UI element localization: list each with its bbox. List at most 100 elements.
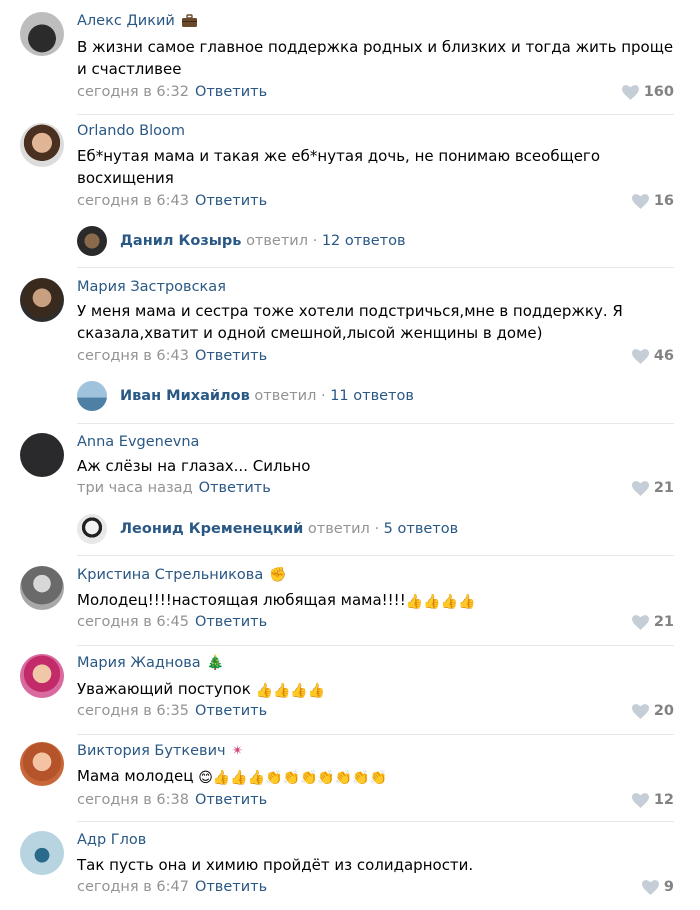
like-count: 20 bbox=[653, 703, 674, 719]
author-name[interactable]: Кристина Стрельникова bbox=[77, 567, 263, 583]
author-name[interactable]: Адр Глов bbox=[77, 832, 146, 848]
comment-time[interactable]: сегодня в 6:38 bbox=[77, 792, 189, 808]
comment-text: Так пусть она и химию пройдёт из солидар… bbox=[77, 856, 474, 874]
comment-text-body: Мама молодец bbox=[77, 767, 199, 785]
thread-separator: · bbox=[312, 233, 318, 249]
like-count: 21 bbox=[653, 480, 674, 496]
thread-count[interactable]: 5 ответов bbox=[384, 521, 458, 537]
heart-icon bbox=[621, 84, 639, 100]
comment-text: Уважающий поступок 👍👍👍👍 bbox=[77, 678, 677, 700]
thumbs-up-emojis: 👍👍👍👍 bbox=[255, 683, 326, 699]
heart-icon bbox=[631, 348, 649, 364]
thread-separator: · bbox=[320, 388, 326, 404]
comment-text: Аж слёзы на глазах... Сильно bbox=[77, 457, 311, 475]
thread-separator: · bbox=[374, 521, 380, 537]
like-count: 16 bbox=[653, 193, 674, 209]
thread-author[interactable]: Иван Михайлов bbox=[120, 388, 250, 404]
comment-text: Мама молодец 😊👍👍👍👏👏👏👏👏👏👏 bbox=[77, 765, 677, 787]
thread-avatar bbox=[77, 514, 107, 544]
christmas-tree-emoji: 🎄 bbox=[206, 655, 225, 671]
thumbs-up-emojis: 👍👍👍👍 bbox=[405, 594, 476, 610]
like-button[interactable]: 21 bbox=[631, 480, 674, 496]
avatar[interactable] bbox=[20, 12, 64, 56]
avatar[interactable] bbox=[20, 123, 64, 167]
reply-button[interactable]: Ответить bbox=[195, 84, 267, 100]
reply-button[interactable]: Ответить bbox=[195, 193, 267, 209]
heart-icon bbox=[631, 614, 649, 630]
smile-thumbs-clap-emojis: 😊👍👍👍👏👏👏👏👏👏👏 bbox=[198, 770, 388, 786]
like-button[interactable]: 160 bbox=[621, 84, 674, 100]
comment-text: У меня мама и сестра тоже хотели подстри… bbox=[77, 302, 628, 342]
author-name[interactable]: Виктория Буткевич bbox=[77, 743, 226, 759]
comment-time[interactable]: сегодня в 6:35 bbox=[77, 703, 189, 719]
like-button[interactable]: 20 bbox=[631, 703, 674, 719]
replies-thread[interactable]: Иван Михайлов ответил · 11 ответов bbox=[77, 381, 414, 411]
comment-text: Молодец!!!!настоящая любящая мама!!!!👍👍👍… bbox=[77, 589, 677, 611]
like-button[interactable]: 12 bbox=[631, 792, 674, 808]
thread-author[interactable]: Данил Козырь bbox=[120, 233, 241, 249]
avatar[interactable] bbox=[20, 278, 64, 322]
like-count: 46 bbox=[653, 348, 674, 364]
avatar[interactable] bbox=[20, 831, 64, 875]
author-name[interactable]: Мария Жаднова bbox=[77, 655, 201, 671]
author-name[interactable]: Мария Застровская bbox=[77, 279, 226, 295]
comment: Адр Глов Так пусть она и химию пройдёт и… bbox=[0, 822, 700, 910]
thread-verb: ответил bbox=[307, 521, 370, 537]
thread-count[interactable]: 11 ответов bbox=[330, 388, 414, 404]
like-count: 160 bbox=[643, 84, 674, 100]
heart-icon bbox=[631, 703, 649, 719]
comment-time[interactable]: сегодня в 6:45 bbox=[77, 614, 189, 630]
comment-time[interactable]: сегодня в 6:32 bbox=[77, 84, 189, 100]
thread-author[interactable]: Леонид Кременецкий bbox=[120, 521, 303, 537]
like-count: 21 bbox=[653, 614, 674, 630]
fist-emoji: ✊ bbox=[269, 567, 287, 583]
heart-icon bbox=[631, 792, 649, 808]
replies-thread[interactable]: Данил Козырь ответил · 12 ответов bbox=[77, 226, 406, 256]
like-button[interactable]: 16 bbox=[631, 193, 674, 209]
reply-button[interactable]: Ответить bbox=[195, 703, 267, 719]
like-button[interactable]: 46 bbox=[631, 348, 674, 364]
divider bbox=[77, 423, 674, 424]
author-name[interactable]: Алекс Дикий bbox=[77, 13, 175, 29]
avatar[interactable] bbox=[20, 433, 64, 477]
thread-count[interactable]: 12 ответов bbox=[322, 233, 406, 249]
author-name[interactable]: Anna Evgenevna bbox=[77, 434, 199, 450]
heart-icon bbox=[641, 879, 659, 895]
sparkle-emoji: ✴ bbox=[231, 743, 244, 759]
thread-avatar bbox=[77, 381, 107, 411]
divider bbox=[77, 267, 674, 268]
comment-text: Еб*нутая мама и такая же еб*нутая дочь, … bbox=[77, 147, 605, 187]
comment: Кристина Стрельникова ✊ Молодец!!!!насто… bbox=[0, 556, 700, 646]
like-button[interactable]: 21 bbox=[631, 614, 674, 630]
like-button[interactable]: 9 bbox=[641, 879, 674, 895]
like-count: 12 bbox=[653, 792, 674, 808]
comment: Orlando Bloom Еб*нутая мама и такая же е… bbox=[0, 115, 700, 270]
comment-time[interactable]: сегодня в 6:43 bbox=[77, 193, 189, 209]
comment-text-body: Молодец!!!!настоящая любящая мама!!!! bbox=[77, 591, 406, 609]
reply-button[interactable]: Ответить bbox=[195, 614, 267, 630]
comment-text: В жизни самое главное поддержка родных и… bbox=[77, 38, 678, 78]
briefcase-icon bbox=[181, 14, 197, 27]
like-count: 9 bbox=[663, 879, 674, 895]
avatar[interactable] bbox=[20, 654, 64, 698]
comment-time[interactable]: сегодня в 6:47 bbox=[77, 879, 189, 895]
thread-verb: ответил bbox=[254, 388, 317, 404]
reply-button[interactable]: Ответить bbox=[195, 348, 267, 364]
reply-button[interactable]: Ответить bbox=[199, 480, 271, 496]
comment-time[interactable]: три часа назад bbox=[77, 480, 193, 496]
heart-icon bbox=[631, 480, 649, 496]
comment: Алекс Дикий В жизни самое главное поддер… bbox=[0, 0, 700, 115]
avatar[interactable] bbox=[20, 566, 64, 610]
author-name[interactable]: Orlando Bloom bbox=[77, 123, 185, 139]
avatar[interactable] bbox=[20, 742, 64, 786]
thread-verb: ответил bbox=[246, 233, 308, 249]
replies-thread[interactable]: Леонид Кременецкий ответил · 5 ответов bbox=[77, 514, 458, 544]
reply-button[interactable]: Ответить bbox=[195, 792, 267, 808]
thread-avatar bbox=[77, 226, 107, 256]
comment-time[interactable]: сегодня в 6:43 bbox=[77, 348, 189, 364]
comment: Anna Evgenevna Аж слёзы на глазах... Сил… bbox=[0, 426, 700, 556]
comment: Мария Застровская У меня мама и сестра т… bbox=[0, 270, 700, 426]
reply-button[interactable]: Ответить bbox=[195, 879, 267, 895]
comment-text-body: Уважающий поступок bbox=[77, 680, 256, 698]
comment: Мария Жаднова 🎄 Уважающий поступок 👍👍👍👍 … bbox=[0, 646, 700, 735]
